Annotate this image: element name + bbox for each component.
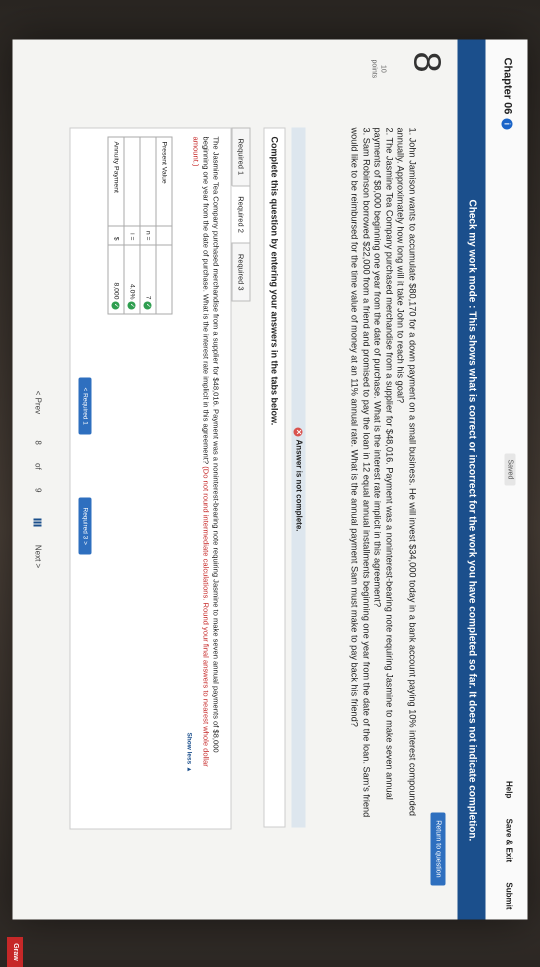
panel-question: The Jasmine Tea Company purchased mercha… — [191, 137, 221, 777]
tab-required-3[interactable]: Required 3 — [231, 242, 251, 302]
tab-required-2[interactable]: Required 2 — [231, 185, 251, 244]
pager: < Prev 8 of 9 Next > — [34, 40, 43, 920]
page-indicator: 8 of 9 — [34, 432, 43, 500]
problem-text: 1. John Jamison wants to accumulate $80,… — [348, 128, 418, 818]
return-to-question-button[interactable]: Return to question — [430, 812, 446, 886]
problem-part-2: 2. The Jasmine Tea Company purchased mer… — [372, 127, 395, 800]
mode-banner: Check my work mode : This shows what is … — [457, 39, 486, 920]
points-label: points — [370, 59, 378, 79]
prev-button[interactable]: < Prev — [34, 391, 43, 414]
n-value: 7 — [145, 295, 152, 300]
chapter-label: Chapter 06 — [501, 57, 514, 115]
table-row: n = 7✓ — [140, 137, 156, 314]
next-button[interactable]: Next > — [34, 545, 43, 568]
row-label: Annuity Payment — [108, 137, 124, 226]
saved-badge: Saved — [504, 453, 516, 486]
publisher-logo: Graw — [7, 937, 23, 967]
help-link[interactable]: Help — [505, 781, 514, 798]
problem-part-3: 3. Sam Robinson borrowed $22,000 from a … — [349, 127, 372, 818]
browser-screen: Chapter 06 i Saved Help Save & Exit Submi… — [12, 39, 528, 920]
points-box: 10 points — [370, 60, 388, 79]
submit-link[interactable]: Submit — [505, 882, 514, 909]
calc-table: Present Value n = 7✓ i = 4.0%✓ Annuity P… — [108, 137, 173, 315]
page-of: of — [33, 463, 43, 470]
tab-panel: The Jasmine Tea Company purchased mercha… — [69, 127, 232, 830]
answer-alert: ✕ Answer is not complete. — [291, 127, 306, 828]
points-value: 10 — [379, 64, 387, 73]
top-bar: Chapter 06 i Saved Help Save & Exit Submi… — [484, 39, 528, 920]
row-symbol — [156, 226, 172, 245]
row-symbol: i = — [124, 226, 140, 245]
annuity-payment-input[interactable]: 8,000✓ — [108, 245, 124, 314]
alert-text: Answer is not complete. — [294, 439, 304, 532]
row-symbol: $ — [108, 226, 124, 245]
check-icon: ✓ — [144, 301, 152, 310]
annuity-value: 8,000 — [113, 282, 120, 300]
row-symbol: n = — [140, 226, 156, 245]
problem-part-1: 1. John Jamison wants to accumulate $80,… — [395, 127, 418, 816]
photo-frame: Chapter 06 i Saved Help Save & Exit Submi… — [0, 0, 540, 967]
i-value: 4.0% — [129, 284, 136, 300]
page-total: 9 — [33, 487, 43, 493]
page-current: 8 — [33, 440, 43, 445]
row-label — [124, 137, 140, 226]
n-input[interactable]: 7✓ — [140, 245, 156, 314]
save-exit-link[interactable]: Save & Exit — [505, 819, 514, 863]
present-value-input[interactable] — [156, 245, 172, 314]
show-less-link[interactable]: Show less ▲ — [186, 732, 193, 772]
question-number: 8 — [405, 51, 448, 73]
top-links: Help Save & Exit Submit — [505, 763, 514, 910]
tab-bar: Required 1Required 2Required 3 — [231, 127, 252, 302]
row-label — [140, 137, 156, 226]
error-icon: ✕ — [293, 427, 303, 437]
i-input[interactable]: 4.0%✓ — [124, 245, 140, 314]
check-icon: ✓ — [112, 301, 120, 310]
table-row: Present Value — [156, 137, 172, 314]
table-row: Annuity Payment $ 8,000✓ — [108, 137, 124, 314]
next-tab-button[interactable]: Required 3 > — [78, 497, 92, 555]
prev-tab-button[interactable]: < Required 1 — [78, 377, 92, 435]
grid-icon[interactable] — [33, 518, 42, 527]
table-row: i = 4.0%✓ — [124, 137, 140, 314]
chapter-title: Chapter 06 i — [502, 58, 514, 130]
tab-required-1[interactable]: Required 1 — [231, 127, 251, 187]
info-icon[interactable]: i — [501, 118, 513, 130]
row-label: Present Value — [156, 137, 172, 226]
instructions: Complete this question by entering your … — [263, 127, 286, 828]
check-icon: ✓ — [128, 301, 136, 310]
